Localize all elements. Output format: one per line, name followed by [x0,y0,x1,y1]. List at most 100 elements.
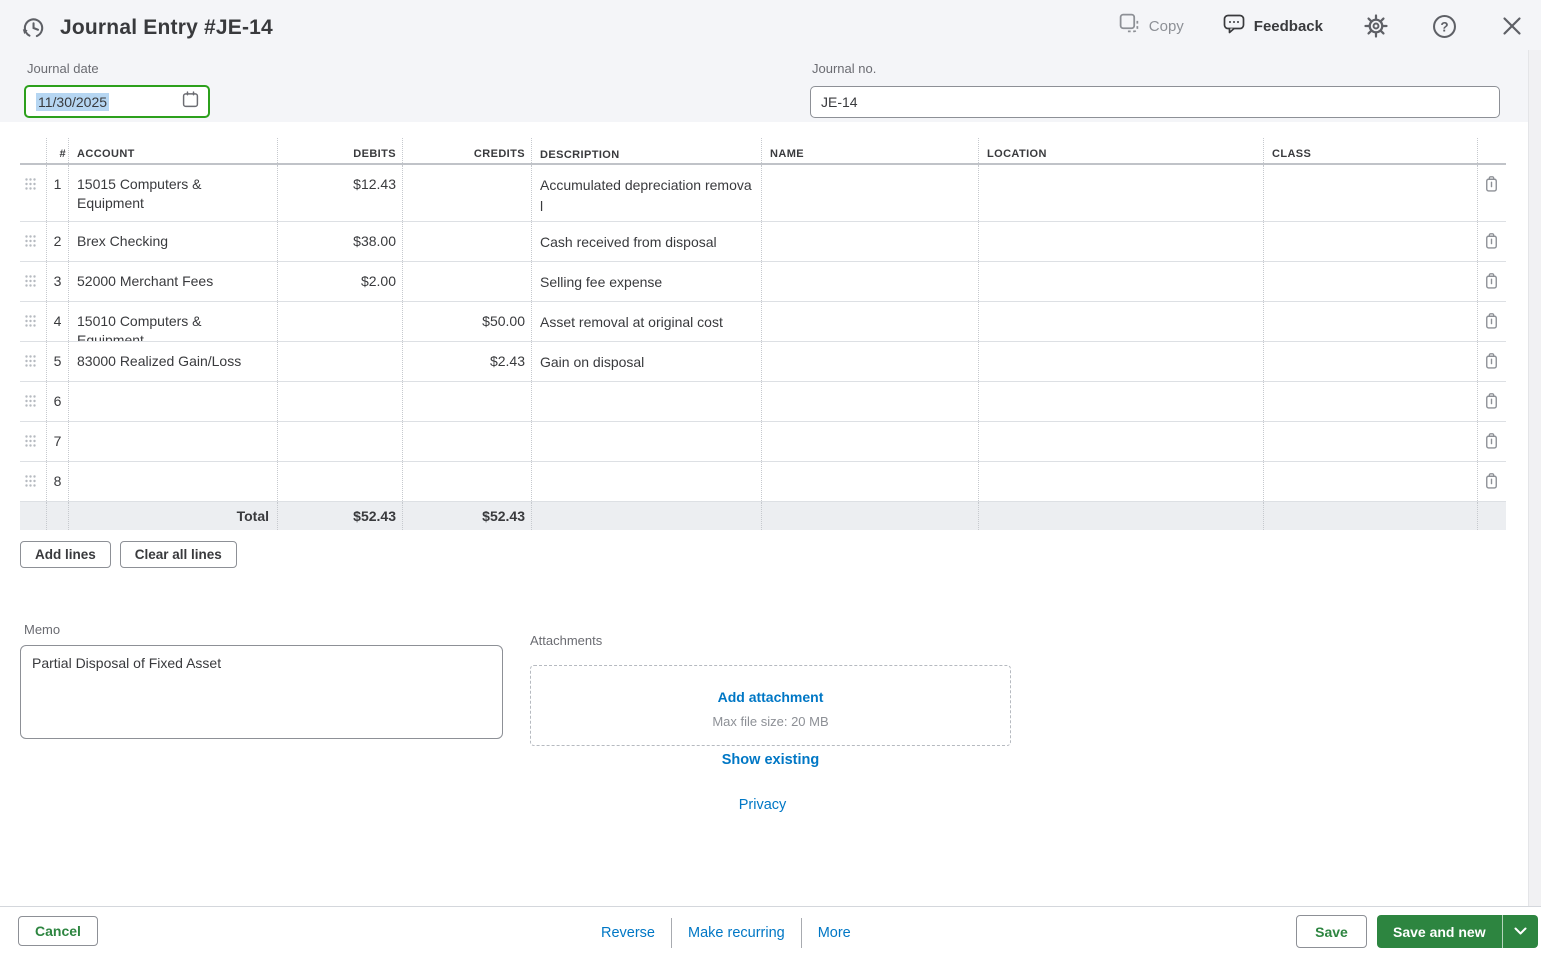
delete-row-icon[interactable] [1478,262,1506,301]
class-cell[interactable] [1264,262,1478,301]
table-header-row: # ACCOUNT DEBITS CREDITS DESCRIPTION NAM… [20,138,1506,165]
location-cell[interactable] [979,382,1264,421]
account-cell[interactable]: 15015 Computers & Equipment [69,165,278,221]
history-icon[interactable] [18,13,48,43]
credits-cell[interactable] [403,262,532,301]
delete-row-icon[interactable] [1478,382,1506,421]
description-cell[interactable]: Cash received from disposal [532,222,762,261]
add-lines-button[interactable]: Add lines [20,541,111,568]
credits-cell[interactable]: $50.00 [403,302,532,341]
account-cell[interactable]: 83000 Realized Gain/Loss [69,342,278,381]
drag-handle-icon[interactable] [20,342,47,381]
cancel-button[interactable]: Cancel [18,916,98,946]
credits-cell[interactable]: $2.43 [403,342,532,381]
account-cell[interactable] [69,462,278,501]
location-cell[interactable] [979,302,1264,341]
name-cell[interactable] [762,382,979,421]
col-location: LOCATION [979,138,1264,163]
credits-cell[interactable] [403,222,532,261]
debits-cell[interactable]: $12.43 [278,165,403,221]
class-cell[interactable] [1264,165,1478,221]
clear-all-lines-button[interactable]: Clear all lines [119,541,237,568]
description-cell[interactable] [532,462,762,501]
drag-handle-icon[interactable] [20,165,47,221]
credits-cell[interactable] [403,462,532,501]
class-cell[interactable] [1264,382,1478,421]
description-cell[interactable]: Accumulated depreciation removal [532,165,762,221]
credits-cell[interactable] [403,165,532,221]
location-cell[interactable] [979,165,1264,221]
name-cell[interactable] [762,222,979,261]
add-attachment-link[interactable]: Add attachment [531,689,1010,705]
name-cell[interactable] [762,165,979,221]
name-cell[interactable] [762,262,979,301]
location-cell[interactable] [979,342,1264,381]
description-cell[interactable]: Asset removal at original cost [532,302,762,341]
account-cell[interactable] [69,382,278,421]
journal-date-input[interactable]: 11/30/2025 [24,85,210,118]
journal-no-input[interactable] [810,86,1500,118]
delete-row-icon[interactable] [1478,462,1506,501]
drag-handle-icon[interactable] [20,462,47,501]
debits-cell[interactable] [278,342,403,381]
privacy-link[interactable]: Privacy [530,797,995,813]
debits-cell[interactable] [278,382,403,421]
delete-row-icon[interactable] [1478,165,1506,221]
description-cell[interactable] [532,382,762,421]
account-cell[interactable]: 15010 Computers & Equipment [69,302,278,341]
location-cell[interactable] [979,262,1264,301]
feedback-button[interactable]: Feedback [1222,12,1323,41]
account-cell[interactable] [69,422,278,461]
location-cell[interactable] [979,422,1264,461]
calendar-icon[interactable] [181,90,200,114]
debits-cell[interactable]: $38.00 [278,222,403,261]
drag-handle-icon[interactable] [20,222,47,261]
description-cell[interactable]: Gain on disposal [532,342,762,381]
save-options-dropdown-button[interactable] [1501,915,1538,948]
credits-cell[interactable] [403,422,532,461]
name-cell[interactable] [762,462,979,501]
copy-button[interactable]: Copy [1118,12,1184,40]
attachments-label: Attachments [530,633,603,648]
location-cell[interactable] [979,462,1264,501]
total-debits: $52.43 [278,502,403,530]
reverse-link[interactable]: Reverse [585,925,671,941]
more-link[interactable]: More [802,925,867,941]
account-cell[interactable]: Brex Checking [69,222,278,261]
delete-row-icon[interactable] [1478,302,1506,341]
name-cell[interactable] [762,422,979,461]
drag-handle-icon[interactable] [20,382,47,421]
memo-input[interactable]: Partial Disposal of Fixed Asset [20,645,503,739]
attachment-dropzone[interactable]: Add attachment Max file size: 20 MB [530,665,1011,746]
delete-row-icon[interactable] [1478,342,1506,381]
class-cell[interactable] [1264,222,1478,261]
debits-cell[interactable]: $2.00 [278,262,403,301]
debits-cell[interactable] [278,422,403,461]
help-icon[interactable]: ? [1429,11,1459,41]
name-cell[interactable] [762,302,979,341]
drag-handle-icon[interactable] [20,302,47,341]
drag-handle-icon[interactable] [20,262,47,301]
description-cell[interactable]: Selling fee expense [532,262,762,301]
debits-cell[interactable] [278,302,403,341]
location-cell[interactable] [979,222,1264,261]
close-icon[interactable] [1497,11,1527,41]
drag-handle-icon[interactable] [20,422,47,461]
save-and-new-button[interactable]: Save and new [1377,915,1502,948]
make-recurring-link[interactable]: Make recurring [672,925,801,941]
class-cell[interactable] [1264,302,1478,341]
credits-cell[interactable] [403,382,532,421]
description-cell[interactable] [532,422,762,461]
class-cell[interactable] [1264,342,1478,381]
class-cell[interactable] [1264,462,1478,501]
gear-icon[interactable] [1361,11,1391,41]
show-existing-link[interactable]: Show existing [530,752,1011,768]
save-button[interactable]: Save [1296,915,1367,948]
vertical-scrollbar[interactable] [1528,50,1541,906]
class-cell[interactable] [1264,422,1478,461]
debits-cell[interactable] [278,462,403,501]
delete-row-icon[interactable] [1478,222,1506,261]
delete-row-icon[interactable] [1478,422,1506,461]
name-cell[interactable] [762,342,979,381]
account-cell[interactable]: 52000 Merchant Fees [69,262,278,301]
